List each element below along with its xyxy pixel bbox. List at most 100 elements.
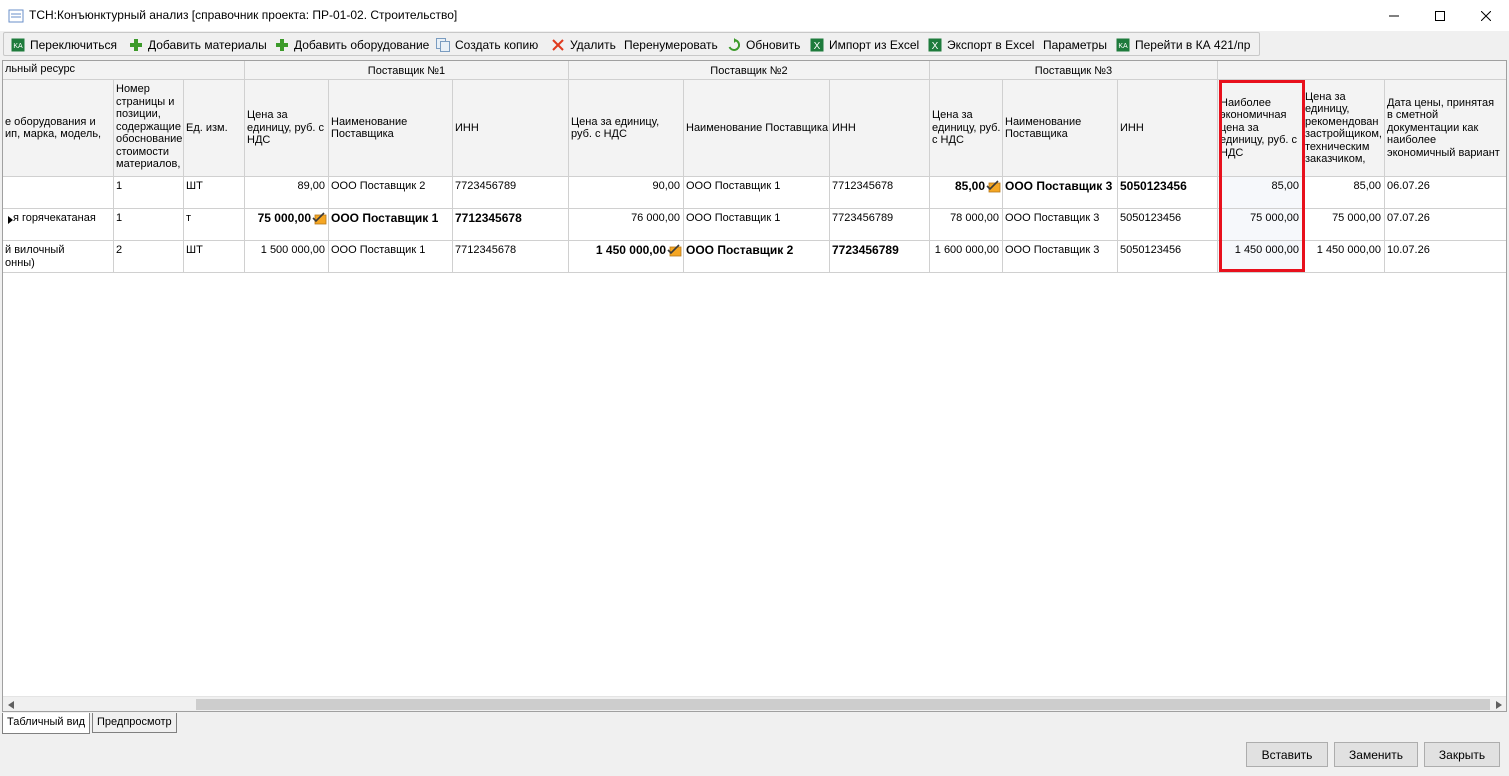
table-cell-s1-inn[interactable]: 7712345678 (453, 209, 569, 241)
export-excel-button[interactable]: X Экспорт в Excel (927, 36, 1034, 53)
copy-button[interactable]: Создать копию (435, 36, 538, 53)
column-header-s1-price[interactable]: Цена за единицу, руб. с НДС (245, 80, 329, 177)
column-header-page-num[interactable]: Номер страницы и позиции, содержащие обо… (114, 80, 184, 177)
column-header-s3-inn[interactable]: ИНН (1118, 80, 1218, 177)
table-cell-rec-price[interactable]: 85,00 (1303, 177, 1385, 209)
params-button[interactable]: Параметры (1043, 36, 1107, 53)
table-cell-s1-price[interactable]: 89,00 (245, 177, 329, 209)
table-cell-s1-inn[interactable]: 7723456789 (453, 177, 569, 209)
goto-ka-button[interactable]: KA Перейти в КА 421/пр (1115, 36, 1250, 53)
table-cell-price-date[interactable]: 06.07.26 (1385, 177, 1506, 209)
table-cell-s2-price[interactable]: 90,00 (569, 177, 684, 209)
column-header-name-label: е оборудования и ип, марка, модель, (5, 115, 102, 141)
app-icon (8, 8, 24, 24)
table-cell-s1-name[interactable]: ООО Поставщик 1 (329, 241, 453, 273)
group-header-supplier-1[interactable]: Поставщик №1 (245, 61, 569, 80)
tab-preview[interactable]: Предпросмотр (92, 713, 177, 733)
table-cell-s2-name[interactable]: ООО Поставщик 1 (684, 177, 830, 209)
table-cell-page-num[interactable]: 1 (114, 177, 184, 209)
minimize-button[interactable] (1371, 0, 1417, 31)
column-header-s1-inn[interactable]: ИНН (453, 80, 569, 177)
selected-check-icon (667, 244, 682, 257)
column-header-price-date[interactable]: Дата цены, принятая в сметной документац… (1385, 80, 1506, 177)
renumber-button[interactable]: Перенумеровать (624, 36, 718, 53)
table-cell-name[interactable]: я горячекатаная (3, 209, 114, 241)
column-header-rec-price[interactable]: Цена за единицу, рекомендован застройщик… (1303, 80, 1385, 177)
column-header-s1-name[interactable]: Наименование Поставщика (329, 80, 453, 177)
svg-text:X: X (932, 41, 939, 52)
selected-price-value: 85,00 (954, 179, 985, 193)
table-cell-s3-name[interactable]: ООО Поставщик 3 (1003, 209, 1118, 241)
column-header-s3-name-label: Наименование Поставщика (1005, 115, 1082, 141)
column-header-s2-price[interactable]: Цена за единицу, руб. с НДС (569, 80, 684, 177)
scroll-left-arrow-icon[interactable] (4, 698, 17, 711)
group-header-empty (1218, 61, 1506, 80)
group-header-supplier-2[interactable]: Поставщик №2 (569, 61, 930, 80)
table-cell-s3-name[interactable]: ООО Поставщик 3 (1003, 241, 1118, 273)
refresh-icon (726, 37, 742, 53)
column-header-s3-inn-label: ИНН (1120, 121, 1144, 134)
table-cell-s3-price[interactable]: 78 000,00 (930, 209, 1003, 241)
table-cell-price-date[interactable]: 07.07.26 (1385, 209, 1506, 241)
scrollbar-thumb[interactable] (196, 699, 1490, 710)
table-cell-s1-name[interactable]: ООО Поставщик 2 (329, 177, 453, 209)
table-cell-s3-inn[interactable]: 5050123456 (1118, 177, 1218, 209)
table-cell-unit[interactable]: ШТ (184, 177, 245, 209)
add-equipment-button[interactable]: Добавить оборудование (274, 36, 429, 53)
table-cell-s3-name[interactable]: ООО Поставщик 3 (1003, 177, 1118, 209)
table-cell-s1-price[interactable]: 1 500 000,00 (245, 241, 329, 273)
group-header-resource[interactable]: льный ресурс (3, 61, 245, 80)
table-cell-unit[interactable]: т (184, 209, 245, 241)
column-header-s2-name[interactable]: Наименование Поставщика (684, 80, 830, 177)
column-header-rec-price-label: Цена за единицу, рекомендован застройщик… (1305, 90, 1382, 166)
table-cell-s3-price[interactable]: 85,00 (930, 177, 1003, 209)
table-cell-s2-name[interactable]: ООО Поставщик 2 (684, 241, 830, 273)
table-cell-s1-inn[interactable]: 7712345678 (453, 241, 569, 273)
table-cell-s3-inn[interactable]: 5050123456 (1118, 209, 1218, 241)
table-cell-s1-price[interactable]: 75 000,00 (245, 209, 329, 241)
svg-text:KA: KA (13, 43, 23, 50)
table-cell-s2-inn[interactable]: 7723456789 (830, 241, 930, 273)
table-cell-s2-inn[interactable]: 7723456789 (830, 209, 930, 241)
switch-button[interactable]: KA Переключиться (10, 36, 117, 53)
delete-button[interactable]: Удалить (550, 36, 616, 53)
column-header-s3-name[interactable]: Наименование Поставщика (1003, 80, 1118, 177)
delete-icon (550, 37, 566, 53)
table-cell-price-date[interactable]: 10.07.26 (1385, 241, 1506, 273)
scroll-right-arrow-icon[interactable] (1492, 698, 1505, 711)
column-header-s3-price-label: Цена за единицу, руб. с НДС (932, 109, 1001, 147)
data-grid[interactable]: льный ресурс Поставщик №1 Поставщик №2 П… (2, 60, 1507, 712)
table-cell-page-num[interactable]: 1 (114, 209, 184, 241)
replace-button[interactable]: Заменить (1334, 742, 1418, 767)
table-cell-name[interactable] (3, 177, 114, 209)
close-button[interactable]: Закрыть (1424, 742, 1500, 767)
table-cell-name[interactable]: й вилочный онны) (3, 241, 114, 273)
table-cell-s2-inn[interactable]: 7712345678 (830, 177, 930, 209)
close-window-button[interactable] (1463, 0, 1509, 31)
table-cell-s3-inn[interactable]: 5050123456 (1118, 241, 1218, 273)
column-header-s3-price[interactable]: Цена за единицу, руб. с НДС (930, 80, 1003, 177)
add-materials-button[interactable]: Добавить материалы (128, 36, 267, 53)
table-cell-s2-name[interactable]: ООО Поставщик 1 (684, 209, 830, 241)
refresh-button[interactable]: Обновить (726, 36, 800, 53)
table-cell-s1-name[interactable]: ООО Поставщик 1 (329, 209, 453, 241)
copy-icon (435, 37, 451, 53)
import-excel-button[interactable]: X Импорт из Excel (809, 36, 919, 53)
table-cell-s2-price[interactable]: 76 000,00 (569, 209, 684, 241)
maximize-button[interactable] (1417, 0, 1463, 31)
table-cell-unit[interactable]: ШТ (184, 241, 245, 273)
table-cell-page-num[interactable]: 2 (114, 241, 184, 273)
group-header-supplier-3[interactable]: Поставщик №3 (930, 61, 1218, 80)
horizontal-scrollbar[interactable] (3, 696, 1506, 711)
column-header-unit[interactable]: Ед. изм. (184, 80, 245, 177)
excel-icon: X (927, 37, 943, 53)
column-header-s2-inn[interactable]: ИНН (830, 80, 930, 177)
tab-table-view[interactable]: Табличный вид (2, 713, 90, 734)
table-cell-s2-price[interactable]: 1 450 000,00 (569, 241, 684, 273)
table-cell-rec-price[interactable]: 75 000,00 (1303, 209, 1385, 241)
insert-button[interactable]: Вставить (1246, 742, 1328, 767)
table-cell-rec-price[interactable]: 1 450 000,00 (1303, 241, 1385, 273)
selected-price-value: 1 450 000,00 (595, 243, 666, 257)
column-header-name[interactable]: е оборудования и ип, марка, модель, (3, 80, 114, 177)
table-cell-s3-price[interactable]: 1 600 000,00 (930, 241, 1003, 273)
